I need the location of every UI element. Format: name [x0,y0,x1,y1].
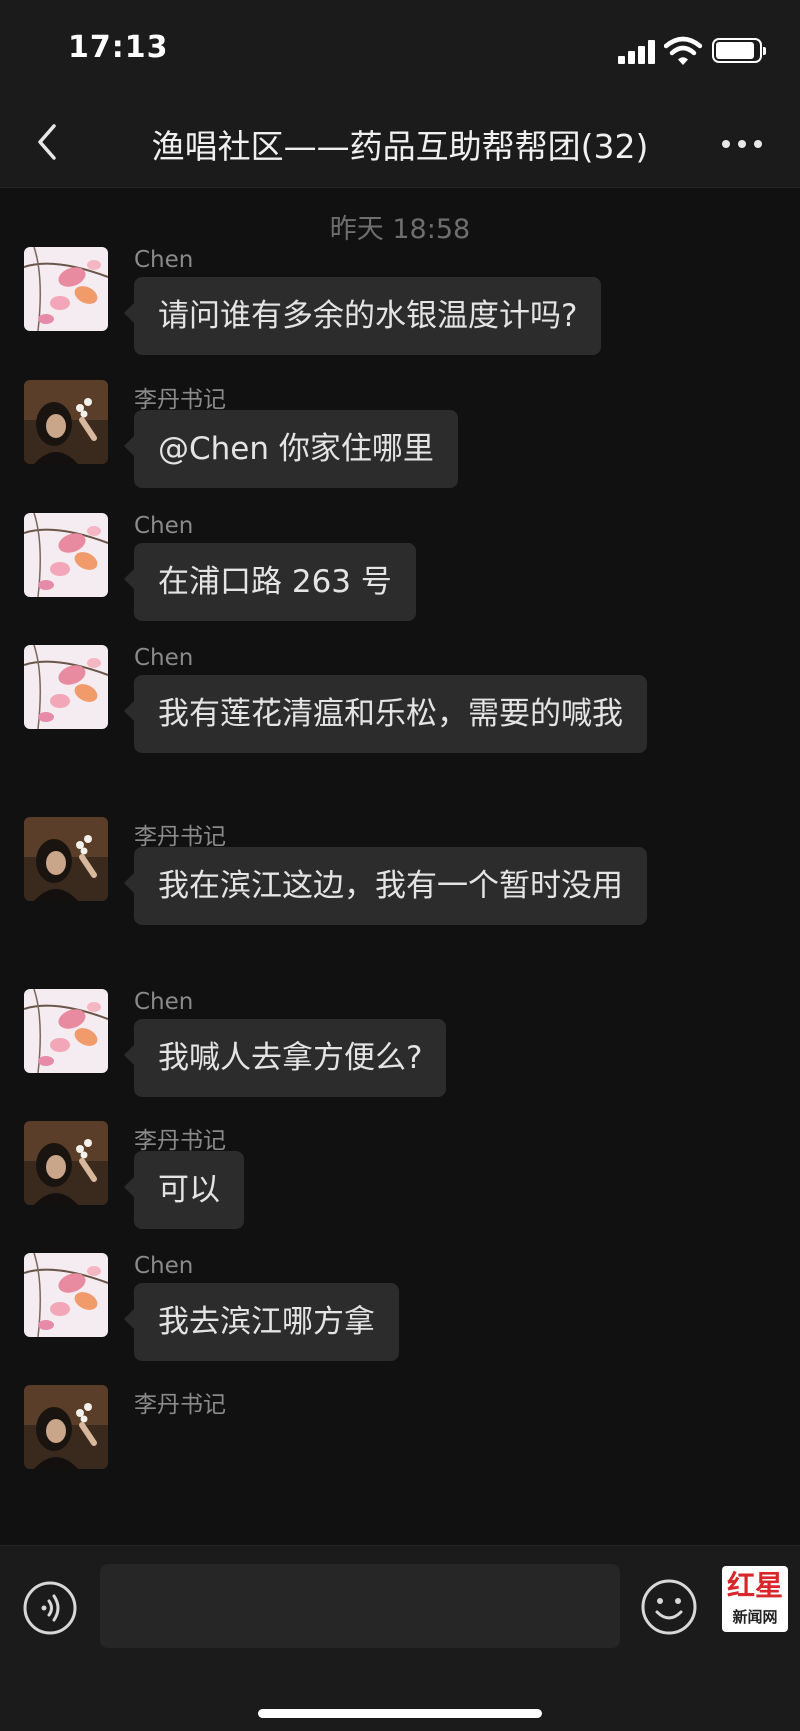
sender-name: 李丹书记 [134,387,226,413]
watermark-logo: 红星 新闻网 [722,1566,788,1632]
message-bubble[interactable]: @Chen 你家住哪里 [124,410,458,488]
input-bar: 红星 新闻网 [0,1545,800,1731]
sender-name: 李丹书记 [134,1128,226,1154]
emoji-icon[interactable] [640,1578,698,1636]
avatar[interactable] [24,513,108,597]
avatar[interactable] [24,247,108,331]
status-bar: 17:13 [0,0,800,100]
message-bubble[interactable]: 我去滨江哪方拿 [124,1283,399,1361]
avatar[interactable] [24,1121,108,1205]
avatar[interactable] [24,645,108,729]
message-bubble[interactable]: 请问谁有多余的水银温度计吗? [123,277,602,355]
avatar[interactable] [24,1385,108,1469]
message-bubble[interactable]: 我在滨江这边，我有一个暂时没用 [124,847,647,925]
watermark-bottom-text: 新闻网 [732,1608,778,1626]
battery-level [716,42,754,59]
sender-name: Chen [134,513,194,539]
message-bubble[interactable]: 在浦口路 263 号 [124,543,416,621]
sender-name: Chen [134,247,194,273]
ellipsis-icon[interactable] [718,122,766,166]
wifi-icon [664,36,702,65]
sender-name: Chen [134,645,194,671]
chevron-left-icon[interactable] [28,120,72,164]
sender-name: Chen [134,1253,194,1279]
avatar[interactable] [24,1253,108,1337]
home-indicator[interactable] [258,1709,542,1718]
message-list[interactable]: 昨天 18:58 Chen 请问谁有多余的水银温度计吗? 李丹书记 @Chen 你家住… [0,189,800,1545]
message-bubble[interactable]: 可以 [124,1151,244,1229]
cellular-signal-icon [618,40,656,64]
avatar[interactable] [24,380,108,464]
sender-name: 李丹书记 [134,1392,226,1418]
battery-icon [712,38,766,63]
message-bubble[interactable]: 我有莲花清瘟和乐松，需要的喊我 [124,675,647,753]
sender-name: Chen [134,989,194,1015]
message-bubble[interactable]: 我喊人去拿方便么? [123,1019,447,1097]
status-time: 17:13 [68,30,169,65]
watermark-top-text: 红星 [726,1569,783,1602]
chat-title: 渔唱社区——药品互助帮帮团(32) [151,127,649,166]
sender-name: 李丹书记 [134,824,226,850]
message-timestamp: 昨天 18:58 [329,214,471,245]
avatar[interactable] [24,817,108,901]
chat-header: 渔唱社区——药品互助帮帮团(32) [0,100,800,188]
avatar[interactable] [24,989,108,1073]
message-input[interactable] [100,1564,620,1648]
voice-input-icon[interactable] [22,1580,78,1636]
